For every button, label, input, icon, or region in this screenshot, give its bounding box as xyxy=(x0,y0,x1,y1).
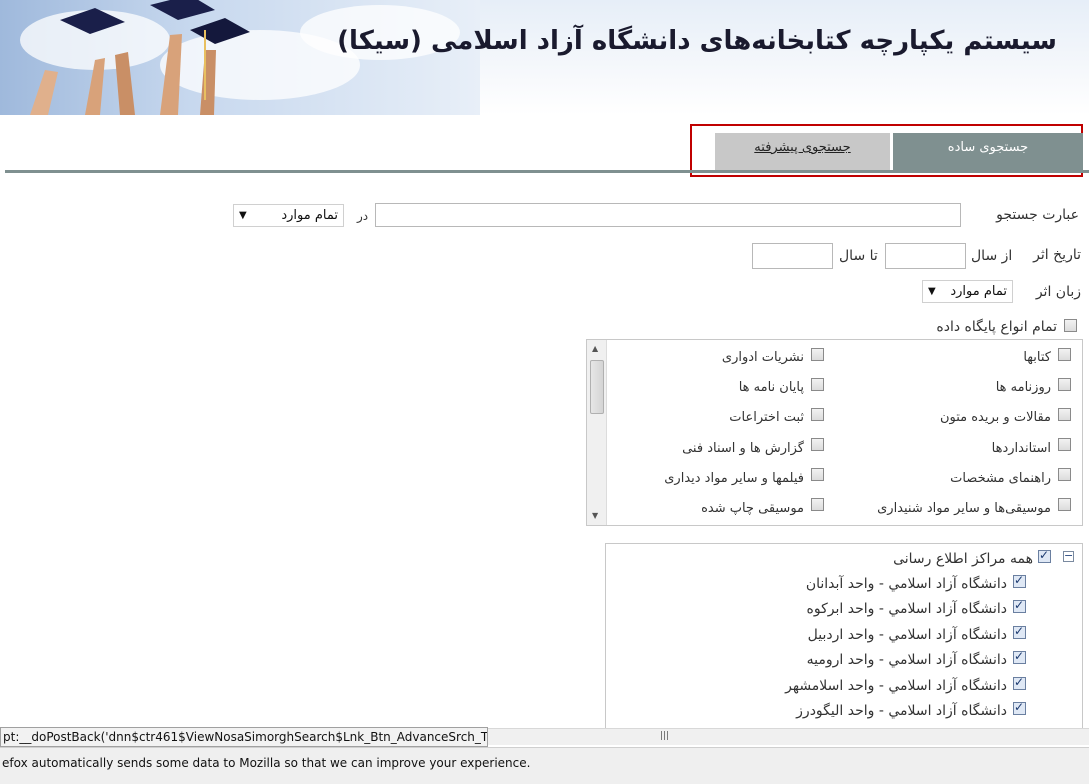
db-checkbox[interactable] xyxy=(1058,408,1071,421)
db-checkbox[interactable] xyxy=(1058,498,1071,511)
db-checkbox[interactable] xyxy=(811,408,824,421)
db-item-label: روزنامه ها xyxy=(995,380,1051,395)
db-item-label: فیلمها و سایر مواد دیداری xyxy=(664,471,804,486)
center-checkbox[interactable] xyxy=(1013,573,1026,588)
center-checkbox[interactable] xyxy=(1013,598,1026,613)
db-item-label: ثبت اختراعات xyxy=(729,410,804,425)
db-item-label: مقالات و بریده متون xyxy=(939,410,1051,425)
date-label: تاریخ اثر xyxy=(1033,247,1081,263)
tab-advanced-search[interactable]: جستجوی پیشرفته xyxy=(715,133,890,170)
db-checkbox[interactable] xyxy=(811,498,824,511)
language-select[interactable]: تمام موارد ▼ xyxy=(922,280,1013,303)
chevron-down-icon: ▼ xyxy=(239,210,247,221)
scroll-up-icon[interactable]: ▲ xyxy=(592,344,598,353)
db-checkbox[interactable] xyxy=(811,378,824,391)
db-checkbox[interactable] xyxy=(811,438,824,451)
db-item-label: موسیقی چاپ شده xyxy=(701,501,804,516)
database-list xyxy=(586,339,1083,526)
search-field-select-value: تمام موارد xyxy=(281,208,338,223)
site-title: سیستم یکپارچه کتابخانه‌های دانشگاه آزاد … xyxy=(337,26,1057,56)
db-checkbox[interactable] xyxy=(1058,438,1071,451)
db-checkbox[interactable] xyxy=(811,468,824,481)
db-item-label: راهنمای مشخصات xyxy=(950,471,1051,486)
scrollbar-thumb[interactable] xyxy=(590,360,604,414)
db-item-label: موسیقی‌ها و سایر مواد شنیداری xyxy=(877,501,1051,516)
db-item-label: گزارش ها و اسناد فنی xyxy=(682,441,804,456)
scroll-down-icon[interactable]: ▼ xyxy=(592,511,598,520)
db-checkbox[interactable] xyxy=(811,348,824,361)
center-item-label: دانشگاه آزاد اسلامي - واحد آبدانان xyxy=(805,576,1007,592)
in-label: در xyxy=(357,209,369,223)
language-select-value: تمام موارد xyxy=(950,284,1007,299)
to-year-input[interactable] xyxy=(752,243,833,269)
center-checkbox[interactable] xyxy=(1013,700,1026,715)
center-item-label: دانشگاه آزاد اسلامي - واحد اردبيل xyxy=(807,627,1007,643)
from-year-label: از سال xyxy=(971,248,1013,264)
db-item-label: کتابها xyxy=(1023,350,1051,365)
scrollbar-grip-icon[interactable]: ||| xyxy=(660,731,669,741)
center-checkbox[interactable] xyxy=(1013,624,1026,639)
all-databases-label: تمام انواع پایگاه داده xyxy=(936,319,1057,335)
db-item-label: استانداردها xyxy=(991,441,1051,456)
center-item-label: دانشگاه آزاد اسلامي - واحد اسلامشهر xyxy=(785,678,1007,694)
search-phrase-label: عبارت جستجو xyxy=(996,207,1079,223)
status-bar-url: pt:__doPostBack('dnn$ctr461$ViewNosaSimo… xyxy=(0,727,488,747)
header-banner: سیستم یکپارچه کتابخانه‌های دانشگاه آزاد … xyxy=(0,0,1089,115)
center-checkbox[interactable] xyxy=(1013,675,1026,690)
db-checkbox[interactable] xyxy=(1058,468,1071,481)
language-label: زبان اثر xyxy=(1035,284,1081,300)
all-centers-checkbox[interactable] xyxy=(1038,548,1051,563)
db-item-label: نشریات ادواری xyxy=(721,350,804,365)
db-checkbox[interactable] xyxy=(1058,378,1071,391)
from-year-input[interactable] xyxy=(885,243,966,269)
all-centers-label: همه مراکز اطلاع رسانی xyxy=(893,551,1033,567)
search-phrase-input[interactable] xyxy=(375,203,961,227)
collapse-icon[interactable]: − xyxy=(1063,550,1074,562)
chevron-down-icon: ▼ xyxy=(928,286,936,297)
center-checkbox[interactable] xyxy=(1013,649,1026,664)
tab-simple-search[interactable]: جستجوی ساده xyxy=(893,133,1083,170)
center-item-label: دانشگاه آزاد اسلامي - واحد اروميه xyxy=(806,652,1007,668)
banner-image xyxy=(0,0,480,115)
db-checkbox[interactable] xyxy=(1058,348,1071,361)
to-year-label: تا سال xyxy=(839,248,878,264)
center-item-label: دانشگاه آزاد اسلامي - واحد ابركوه xyxy=(806,601,1007,617)
all-databases-checkbox[interactable] xyxy=(1064,319,1077,332)
center-item-label: دانشگاه آزاد اسلامي - واحد اليگودرز xyxy=(796,703,1007,719)
tab-underline xyxy=(5,170,1089,173)
notification-bar: efox automatically sends some data to Mo… xyxy=(0,747,1089,784)
search-field-select[interactable]: تمام موارد ▼ xyxy=(233,204,344,227)
db-item-label: پایان نامه ها xyxy=(738,380,804,395)
